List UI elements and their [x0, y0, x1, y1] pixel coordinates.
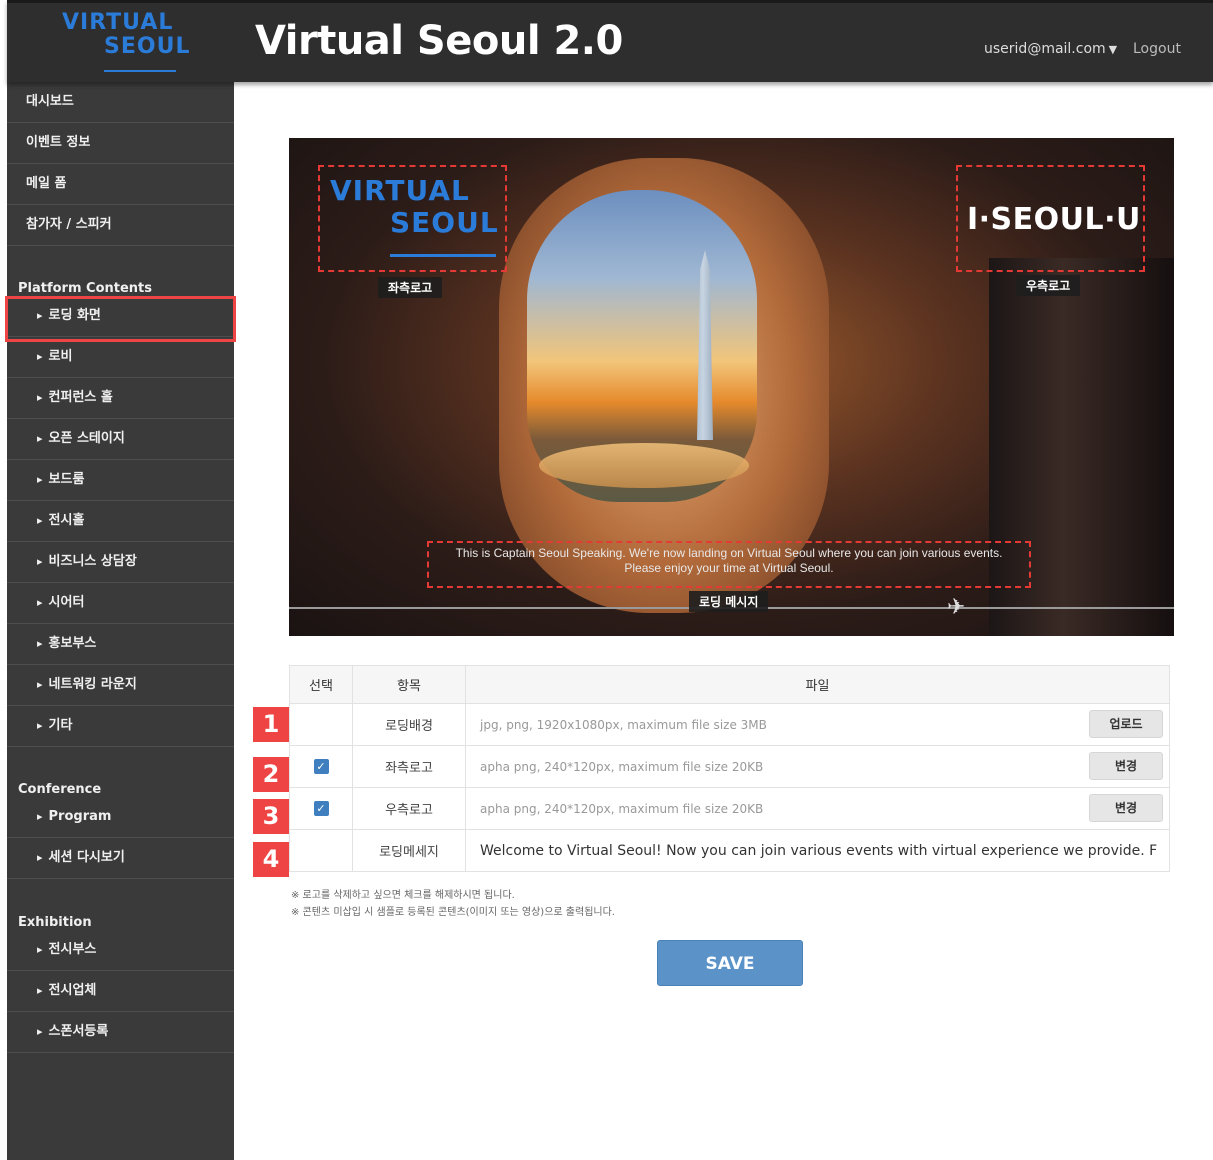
- step-badge-3: 3: [253, 799, 289, 834]
- user-email: userid@mail.com: [984, 41, 1106, 57]
- sidebar-item-program[interactable]: Program: [7, 797, 234, 838]
- item-label: 우측로고: [352, 787, 466, 830]
- change-left-logo-button[interactable]: 변경: [1089, 752, 1163, 780]
- app-title: Virtual Seoul 2.0: [255, 18, 623, 64]
- loading-message-text: This is Captain Seoul Speaking. We're no…: [429, 546, 1029, 576]
- select-cell: ✓: [289, 745, 353, 788]
- loading-screen-preview: VIRTUAL SEOUL 좌측로고 I·SEOUL·U 우측로고 This i…: [289, 138, 1174, 636]
- preview-left-logo-line2: SEOUL: [390, 206, 499, 239]
- top-header: VIRTUAL SEOUL Virtual Seoul 2.0 userid@m…: [7, 0, 1213, 82]
- logo-line2: SEOUL: [104, 34, 191, 59]
- sidebar-item-mail-form[interactable]: 메일 폼: [7, 164, 234, 205]
- sidebar-item-event-info[interactable]: 이벤트 정보: [7, 123, 234, 164]
- right-logo-checkbox[interactable]: ✓: [313, 801, 329, 816]
- file-hint: jpg, png, 1920x1080px, maximum file size…: [480, 717, 767, 732]
- file-hint: apha png, 240*120px, maximum file size 2…: [480, 801, 764, 816]
- file-cell: apha png, 240*120px, maximum file size 2…: [465, 787, 1170, 830]
- sidebar-item-sponsor-registration[interactable]: 스폰서등록: [7, 1012, 234, 1053]
- sidebar-item-etc[interactable]: 기타: [7, 706, 234, 747]
- table-row: 로딩메세지 Welcome to Virtual Seoul! Now you …: [289, 829, 1170, 872]
- left-logo-checkbox[interactable]: ✓: [313, 759, 329, 774]
- loading-message-input[interactable]: Welcome to Virtual Seoul! Now you can jo…: [465, 829, 1170, 872]
- preview-left-logo-underline: [390, 254, 496, 257]
- loading-settings-table: 선택 항목 파일 로딩배경 jpg, png, 1920x1080px, max…: [289, 665, 1170, 872]
- step-badge-1: 1: [253, 707, 289, 742]
- save-button[interactable]: SAVE: [657, 940, 803, 986]
- item-label: 좌측로고: [352, 745, 466, 788]
- step-badge-4: 4: [253, 842, 289, 877]
- sidebar: 대시보드 이벤트 정보 메일 폼 참가자 / 스피커 Platform Cont…: [7, 82, 234, 1160]
- select-cell: ✓: [289, 787, 353, 830]
- header-select: 선택: [289, 665, 353, 704]
- file-cell: jpg, png, 1920x1080px, maximum file size…: [465, 703, 1170, 746]
- sidebar-item-exhibitors[interactable]: 전시업체: [7, 971, 234, 1012]
- sidebar-item-session-replay[interactable]: 세션 다시보기: [7, 838, 234, 879]
- logo-underline: [104, 70, 176, 72]
- caret-down-icon: ▼: [1108, 43, 1118, 56]
- sidebar-item-open-stage[interactable]: 오픈 스테이지: [7, 419, 234, 460]
- left-logo-label: 좌측로고: [378, 277, 443, 298]
- step-badge-2: 2: [253, 757, 289, 792]
- sidebar-item-exhibition-hall[interactable]: 전시홀: [7, 501, 234, 542]
- airplane-icon: ✈: [947, 595, 966, 620]
- header-item: 항목: [352, 665, 466, 704]
- select-cell: [289, 829, 353, 872]
- file-hint: apha png, 240*120px, maximum file size 2…: [480, 759, 764, 774]
- change-right-logo-button[interactable]: 변경: [1089, 794, 1163, 822]
- virtual-seoul-logo[interactable]: VIRTUAL SEOUL: [62, 10, 189, 78]
- logout-link[interactable]: Logout: [1133, 41, 1181, 57]
- user-menu[interactable]: userid@mail.com ▼: [984, 41, 1117, 57]
- active-item-highlight: [5, 296, 236, 342]
- upload-button[interactable]: 업로드: [1089, 710, 1163, 738]
- file-cell: apha png, 240*120px, maximum file size 2…: [465, 745, 1170, 788]
- sidebar-item-lobby[interactable]: 로비: [7, 337, 234, 378]
- note-default-content: ※ 콘텐츠 미삽입 시 샘플로 등록된 콘텐츠(이미지 또는 영상)으로 출력됩…: [291, 907, 615, 918]
- sidebar-item-dashboard[interactable]: 대시보드: [7, 82, 234, 123]
- item-label: 로딩메세지: [352, 829, 466, 872]
- preview-left-logo-line1: VIRTUAL: [330, 174, 470, 207]
- note-logo-delete: ※ 로고를 삭제하고 싶으면 체크를 해제하시면 됩니다.: [291, 890, 515, 901]
- header-file: 파일: [465, 665, 1170, 704]
- item-label: 로딩배경: [352, 703, 466, 746]
- select-cell: [289, 703, 353, 746]
- sidebar-item-networking-lounge[interactable]: 네트워킹 라운지: [7, 665, 234, 706]
- table-row: 로딩배경 jpg, png, 1920x1080px, maximum file…: [289, 703, 1170, 746]
- loading-message-line1: This is Captain Seoul Speaking. We're no…: [455, 546, 1003, 560]
- table-row: ✓ 우측로고 apha png, 240*120px, maximum file…: [289, 787, 1170, 830]
- sidebar-item-participants[interactable]: 참가자 / 스피커: [7, 205, 234, 246]
- table-header-row: 선택 항목 파일: [289, 665, 1170, 704]
- sidebar-item-promo-booth[interactable]: 홍보부스: [7, 624, 234, 665]
- sidebar-item-exhibition-booth[interactable]: 전시부스: [7, 930, 234, 971]
- lake-reflection: [539, 443, 749, 488]
- sidebar-item-business-meeting[interactable]: 비즈니스 상담장: [7, 542, 234, 583]
- table-row: ✓ 좌측로고 apha png, 240*120px, maximum file…: [289, 745, 1170, 788]
- sidebar-section-platform: Platform Contents: [18, 281, 153, 296]
- logo-line1: VIRTUAL: [62, 10, 174, 35]
- loading-message-line2: Please enjoy your time at Virtual Seoul.: [624, 561, 834, 575]
- right-logo-label: 우측로고: [1016, 275, 1081, 296]
- sidebar-section-exhibition: Exhibition: [18, 915, 92, 930]
- sidebar-section-conference: Conference: [18, 782, 102, 797]
- loading-message-label: 로딩 메시지: [689, 591, 769, 612]
- sidebar-item-boardroom[interactable]: 보드룸: [7, 460, 234, 501]
- sidebar-item-theater[interactable]: 시어터: [7, 583, 234, 624]
- sidebar-item-conference-hall[interactable]: 컨퍼런스 홀: [7, 378, 234, 419]
- preview-right-logo: I·SEOUL·U: [967, 202, 1141, 237]
